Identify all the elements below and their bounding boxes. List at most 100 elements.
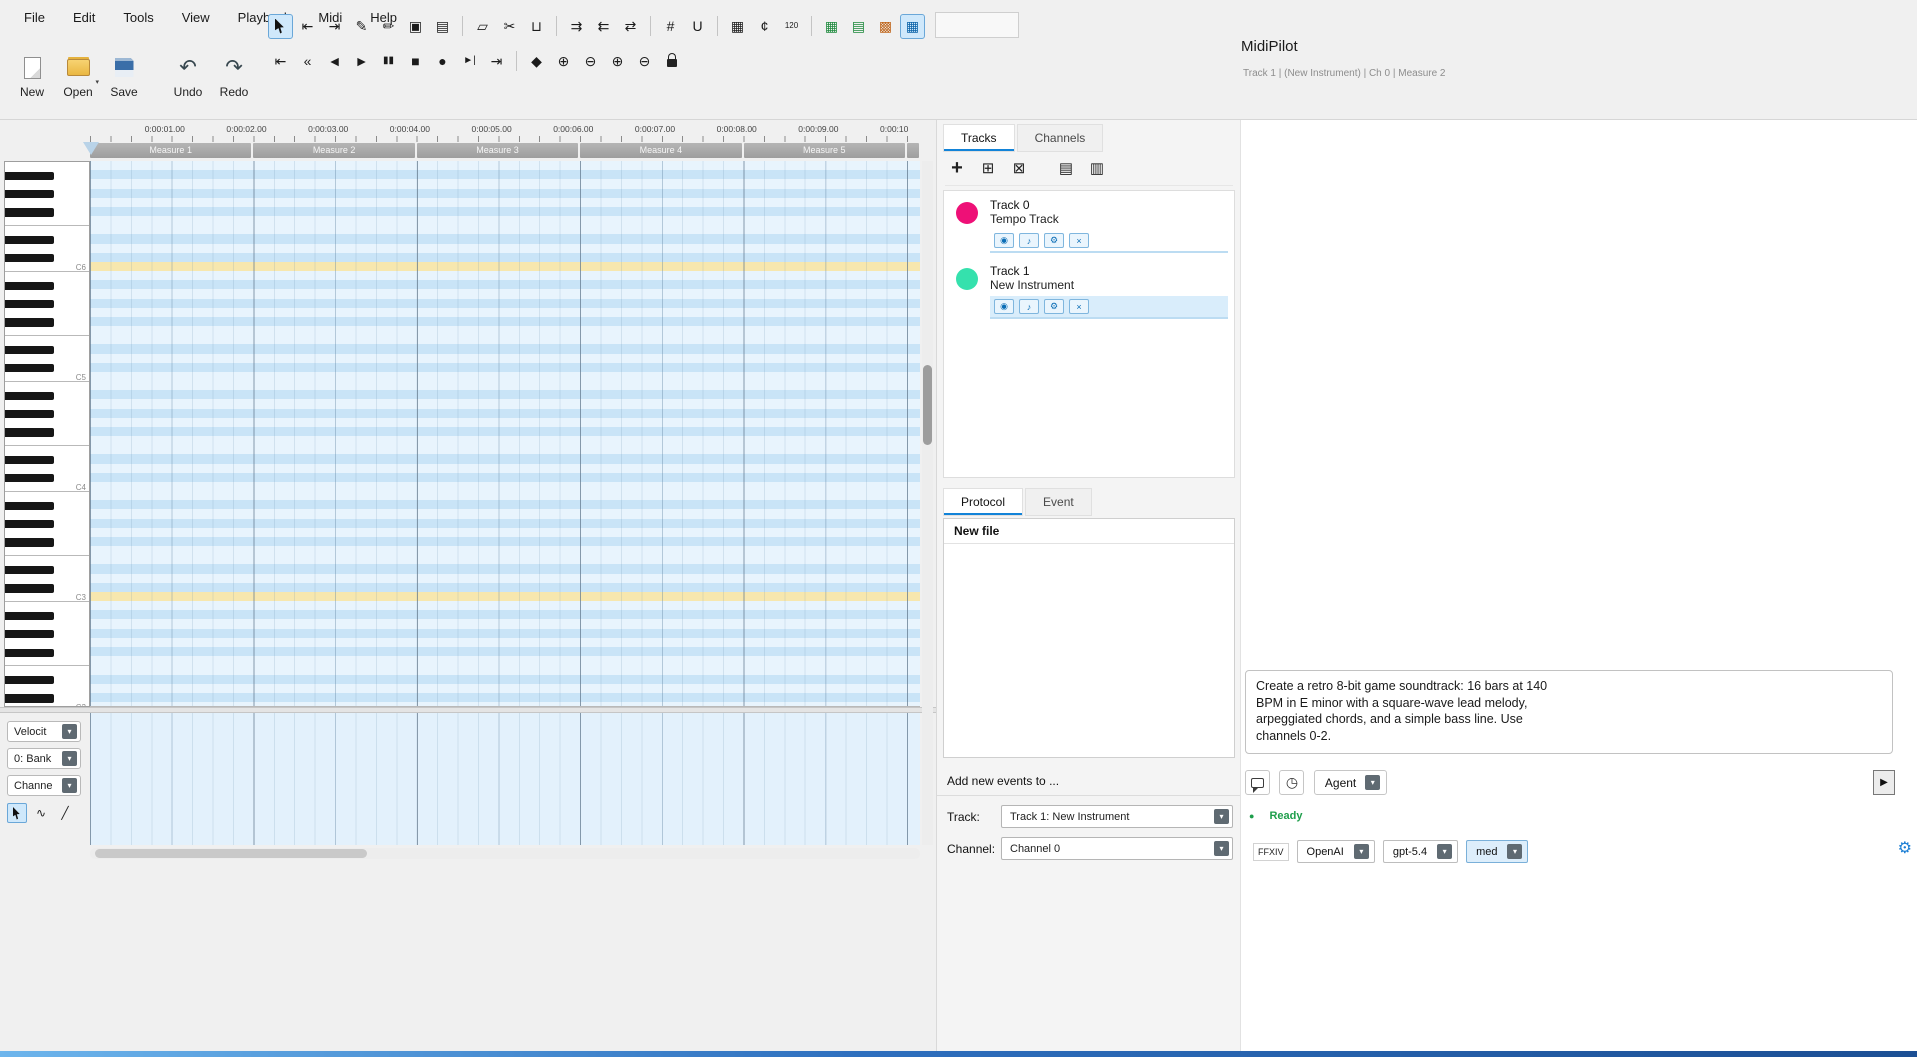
piano-key[interactable] [5, 474, 89, 483]
save-button[interactable]: Save [102, 40, 146, 114]
effort-select[interactable]: med ▾ [1466, 840, 1528, 863]
eraser-tool[interactable]: ▱ [470, 14, 495, 39]
split-tool[interactable]: ✂ [497, 14, 522, 39]
piano-key[interactable] [5, 510, 89, 519]
piano-key[interactable] [5, 254, 89, 263]
zoom-out-v-button[interactable]: ⊖ [632, 49, 657, 74]
new-button[interactable]: New [10, 40, 54, 114]
step-forward-button[interactable]: ►| [457, 49, 482, 74]
piano-key[interactable] [5, 547, 89, 556]
piano-key[interactable] [5, 565, 89, 574]
piano-key[interactable] [5, 281, 89, 290]
remove-track-button[interactable]: ⊠ [1007, 156, 1031, 180]
black-key[interactable] [5, 410, 54, 418]
timeline-ruler[interactable]: 0:00:01.000:00:02.000:00:03.000:00:04.00… [90, 120, 920, 142]
horizontal-scrollbar[interactable] [90, 848, 920, 859]
piano-key[interactable] [5, 694, 89, 703]
agent-mode-select[interactable]: Agent ▾ [1314, 770, 1387, 795]
visible-button[interactable]: ◉ [994, 233, 1014, 248]
v-scroll-thumb[interactable] [923, 365, 932, 445]
piano-key[interactable] [5, 501, 89, 510]
piano-key[interactable] [5, 382, 89, 391]
black-key[interactable] [5, 502, 54, 510]
visible-button[interactable]: ◉ [994, 299, 1014, 314]
align-start-tool[interactable]: ⇉ [564, 14, 589, 39]
black-key[interactable] [5, 254, 54, 262]
select-tool[interactable] [268, 14, 293, 39]
tab-channels[interactable]: Channels [1017, 124, 1104, 152]
black-key[interactable] [5, 282, 54, 290]
instrument-list-button[interactable]: ▤ [1054, 156, 1078, 180]
black-key[interactable] [5, 612, 54, 620]
h-scroll-thumb[interactable] [95, 849, 367, 858]
black-key[interactable] [5, 456, 54, 464]
black-key[interactable] [5, 584, 54, 592]
audible-button[interactable]: ♪ [1019, 233, 1039, 248]
event-list-button[interactable]: ▥ [1085, 156, 1109, 180]
note-grid[interactable] [90, 161, 920, 707]
measure-bar[interactable]: Measure 1Measure 2Measure 3Measure 4Meas… [90, 142, 920, 159]
go-end-button[interactable]: ⇥ [484, 49, 509, 74]
piano-key[interactable] [5, 318, 89, 327]
instrument-button[interactable]: ⚙ [1044, 233, 1064, 248]
brush-tool[interactable]: ✏ [376, 14, 401, 39]
menu-view[interactable]: View [168, 5, 224, 30]
piano-key[interactable] [5, 400, 89, 409]
delete-track-button[interactable]: × [1069, 299, 1089, 314]
zoom-in-button[interactable]: ⊕ [551, 49, 576, 74]
model-select[interactable]: gpt-5.4 ▾ [1383, 840, 1458, 863]
toolbar-input-field[interactable] [935, 12, 1019, 38]
piano-key[interactable] [5, 602, 89, 611]
stretch-tool[interactable]: ⇄ [618, 14, 643, 39]
piano-key[interactable] [5, 428, 89, 437]
piano-key[interactable] [5, 648, 89, 657]
piano-key[interactable] [5, 327, 89, 336]
playhead-marker[interactable] [83, 142, 99, 155]
event-list-view-button[interactable]: ▦ [819, 14, 844, 39]
piano-key[interactable] [5, 584, 89, 593]
paste-tool[interactable]: ▤ [430, 14, 455, 39]
lane-select-tool[interactable] [7, 803, 27, 823]
channel-select[interactable]: Channel 0 ▾ [1001, 837, 1233, 860]
copy-tool[interactable]: ▣ [403, 14, 428, 39]
piano-key[interactable] [5, 300, 89, 309]
bank-select[interactable]: 0: Bank▾ [7, 748, 81, 769]
piano-key[interactable] [5, 199, 89, 208]
align-end-tool[interactable]: ⇇ [591, 14, 616, 39]
black-key[interactable] [5, 364, 54, 372]
black-key[interactable] [5, 208, 54, 216]
piano-key[interactable] [5, 621, 89, 630]
add-instrument-track-button[interactable]: ⊞ [976, 156, 1000, 180]
black-key[interactable] [5, 346, 54, 354]
settings-gear-icon[interactable]: ⚙ [1898, 838, 1912, 858]
piano-key[interactable] [5, 419, 89, 428]
undo-button[interactable]: ↶Undo [166, 40, 210, 114]
piano-key[interactable] [5, 272, 89, 281]
tab-tracks[interactable]: Tracks [943, 124, 1015, 152]
black-key[interactable] [5, 630, 54, 638]
piano-key[interactable] [5, 410, 89, 419]
stop-button[interactable]: ■ [403, 49, 428, 74]
channel-select[interactable]: Channe▾ [7, 775, 81, 796]
piano-key[interactable] [5, 520, 89, 529]
piano-key[interactable] [5, 355, 89, 364]
piano-key[interactable] [5, 226, 89, 235]
send-button[interactable]: ▶ [1873, 770, 1895, 795]
delete-track-button[interactable]: × [1069, 233, 1089, 248]
piano-key[interactable] [5, 391, 89, 400]
piano-key[interactable] [5, 217, 89, 226]
black-key[interactable] [5, 392, 54, 400]
cents-tool[interactable]: ¢ [752, 14, 777, 39]
glue-tool[interactable]: ⊔ [524, 14, 549, 39]
record-button[interactable]: ● [430, 49, 455, 74]
pause-button[interactable]: ▮▮ [376, 49, 401, 74]
marker-end-tool[interactable]: ⇥ [322, 14, 347, 39]
piano-key[interactable] [5, 556, 89, 565]
menu-edit[interactable]: Edit [59, 5, 109, 30]
black-key[interactable] [5, 649, 54, 657]
menu-file[interactable]: File [10, 5, 59, 30]
marker-start-tool[interactable]: ⇤ [295, 14, 320, 39]
open-dropdown-arrow-icon[interactable]: ▾ [95, 78, 99, 86]
black-key[interactable] [5, 190, 54, 198]
velocity-lane[interactable] [90, 713, 920, 845]
